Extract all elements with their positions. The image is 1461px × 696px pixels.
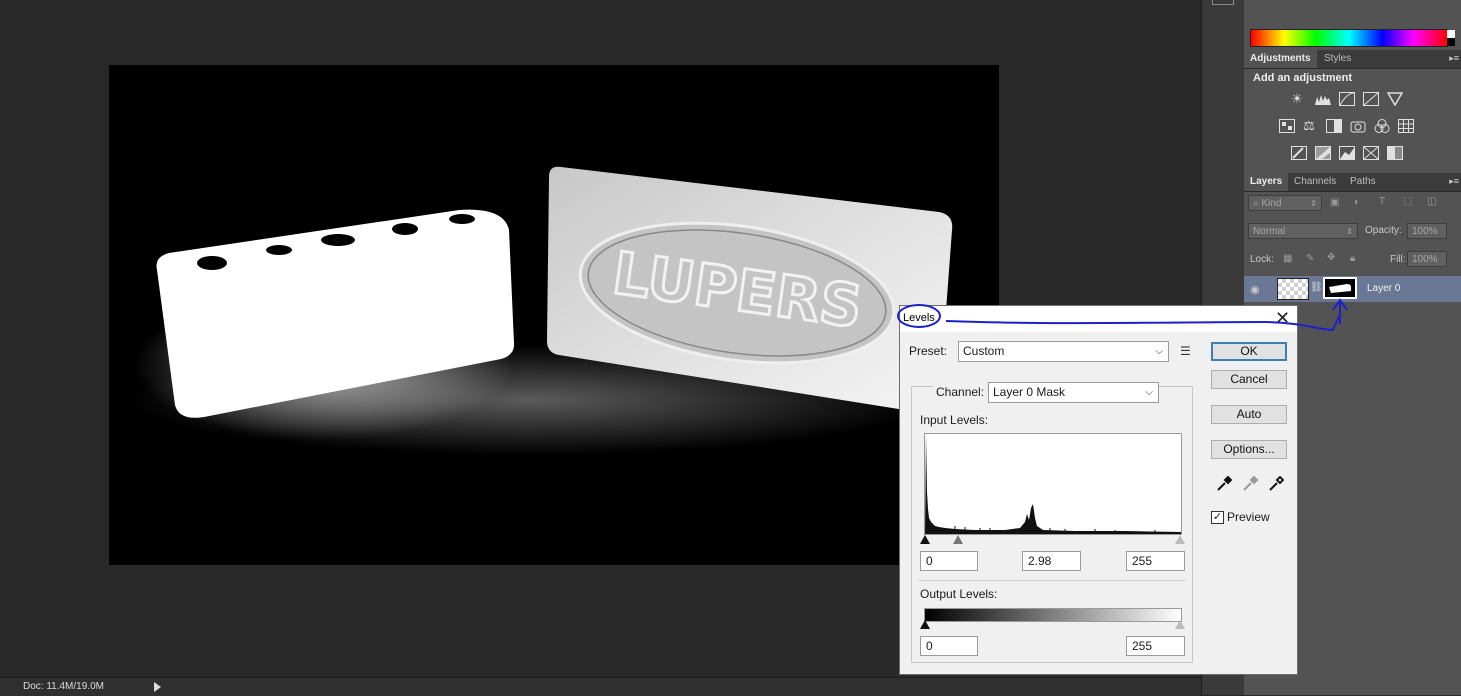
hue-saturation-icon[interactable] (1279, 119, 1295, 133)
input-gamma-slider[interactable] (953, 535, 963, 544)
panel-menu-icon[interactable]: ▸≡ (1449, 53, 1459, 64)
posterize-icon[interactable] (1315, 146, 1331, 160)
lock-transparent-icon[interactable]: ▦ (1283, 253, 1292, 264)
auto-button[interactable]: Auto (1211, 405, 1287, 424)
chain-link-icon[interactable]: ⛓ (1310, 282, 1323, 293)
output-white-field[interactable]: 255 (1126, 636, 1185, 656)
tab-paths[interactable]: Paths (1344, 173, 1382, 191)
mask-image: LUPERS (129, 166, 953, 455)
filter-smart-object-icon[interactable]: ◫ (1427, 196, 1436, 207)
cancel-button[interactable]: Cancel (1211, 370, 1287, 389)
filter-pixel-icon[interactable]: ▣ (1330, 197, 1339, 208)
histogram (924, 433, 1182, 535)
gradient-map-icon[interactable] (1387, 146, 1403, 160)
preview-label: Preview (1227, 510, 1270, 524)
filter-shape-icon[interactable]: ⬚ (1403, 196, 1412, 207)
layers-panel-menu-icon[interactable]: ▸≡ (1449, 176, 1459, 187)
input-white-slider[interactable] (1175, 535, 1185, 544)
layer-mask-thumbnail[interactable] (1323, 277, 1357, 299)
ramp-black-white[interactable] (1447, 30, 1455, 46)
vibrance-icon[interactable] (1387, 92, 1403, 106)
dialog-title: Levels (903, 312, 935, 324)
input-black-slider[interactable] (920, 535, 930, 544)
color-lookup-icon[interactable] (1398, 119, 1414, 133)
fill-label: Fill: (1390, 254, 1406, 265)
tab-styles[interactable]: Styles (1318, 50, 1357, 68)
lock-all-icon[interactable]: 🔒︎ (1350, 253, 1355, 264)
channel-select[interactable]: Layer 0 Mask ⌵ (988, 382, 1159, 403)
photo-filter-icon[interactable] (1350, 119, 1366, 133)
output-levels-label: Output Levels: (920, 587, 998, 601)
chevron-down-icon: ⌵ (1155, 346, 1163, 357)
status-bar: Doc: 11.4M/19.0M (0, 677, 1201, 696)
preset-value: Custom (963, 344, 1005, 358)
document-canvas[interactable]: LUPERS (109, 65, 999, 565)
preset-label: Preset: (909, 344, 948, 358)
layer-name[interactable]: Layer 0 (1367, 283, 1400, 294)
fill-field[interactable]: 100% (1407, 251, 1447, 267)
output-white-slider[interactable] (1175, 620, 1185, 629)
black-eyedropper-icon[interactable] (1216, 475, 1233, 492)
channel-value: Layer 0 Mask (993, 385, 1066, 399)
invert-icon[interactable] (1291, 146, 1307, 160)
channel-label: Channel: (933, 385, 988, 399)
preview-checkbox[interactable]: ✓ (1211, 511, 1224, 524)
tab-channels[interactable]: Channels (1288, 173, 1342, 191)
preset-options-icon[interactable]: ☰ (1180, 344, 1191, 358)
separator (918, 580, 1186, 581)
selective-color-icon[interactable] (1363, 146, 1379, 160)
blend-mode-select[interactable]: Normal ⇕ (1248, 223, 1358, 239)
doc-size-text: Doc: 11.4M/19.0M (23, 681, 104, 692)
visibility-eye-icon[interactable]: ◉ (1250, 283, 1260, 296)
preset-select[interactable]: Custom ⌵ (958, 341, 1169, 362)
color-ramp[interactable] (1250, 29, 1455, 47)
input-white-field[interactable]: 255 (1126, 551, 1185, 571)
status-menu-arrow-icon[interactable] (151, 681, 163, 693)
channel-mixer-icon[interactable] (1374, 119, 1390, 133)
blend-mode-value: Normal (1253, 226, 1286, 237)
layers-tabbar: Layers Channels Paths ▸≡ (1244, 173, 1461, 192)
levels-icon[interactable] (1315, 92, 1331, 106)
exposure-icon[interactable] (1363, 92, 1379, 106)
ok-button[interactable]: OK (1211, 342, 1287, 361)
levels-dialog: Levels ✕ Preset: Custom ⌵ ☰ Channel: Lay… (899, 305, 1298, 675)
layer-filter-kind[interactable]: ⌕ Kind ⇕ (1248, 195, 1322, 211)
collapsed-panel-icon[interactable] (1212, 0, 1234, 5)
output-black-field[interactable]: 0 (920, 636, 978, 656)
lock-image-icon[interactable]: ✎ (1306, 253, 1314, 264)
brightness-contrast-icon[interactable]: ☀ (1289, 91, 1305, 106)
opacity-label: Opacity: (1365, 225, 1402, 236)
filter-adjustment-icon[interactable]: ◐ (1354, 197, 1360, 208)
chevron-updown-icon: ⇕ (1310, 199, 1317, 208)
curves-icon[interactable] (1339, 92, 1355, 106)
threshold-icon[interactable] (1339, 146, 1355, 160)
adjustments-tabbar: Adjustments Styles ▸≡ (1244, 50, 1461, 69)
white-eyedropper-icon[interactable] (1268, 475, 1285, 492)
adjustments-title: Add an adjustment (1253, 72, 1353, 84)
options-button[interactable]: Options... (1211, 440, 1287, 459)
chevron-updown-icon: ⇕ (1346, 227, 1353, 236)
kind-label: Kind (1261, 198, 1282, 209)
black-white-icon[interactable] (1326, 119, 1342, 133)
lock-label: Lock: (1250, 254, 1274, 265)
input-gamma-field[interactable]: 2.98 (1022, 551, 1081, 571)
close-icon[interactable]: ✕ (1275, 308, 1290, 329)
output-black-slider[interactable] (920, 620, 930, 629)
lock-position-icon[interactable]: ✥ (1327, 252, 1335, 263)
chevron-down-icon: ⌵ (1145, 387, 1153, 398)
color-balance-icon[interactable]: ⚖ (1301, 118, 1317, 133)
input-black-field[interactable]: 0 (920, 551, 978, 571)
opacity-field[interactable]: 100% (1407, 223, 1447, 239)
input-levels-label: Input Levels: (920, 413, 989, 427)
tab-layers[interactable]: Layers (1244, 173, 1289, 191)
gray-eyedropper-icon[interactable] (1242, 475, 1259, 492)
layer-row[interactable]: ◉ ⛓ Layer 0 (1244, 276, 1461, 302)
output-gradient (924, 608, 1182, 622)
tab-adjustments[interactable]: Adjustments (1244, 50, 1317, 68)
dialog-titlebar[interactable]: Levels ✕ (900, 306, 1297, 332)
histogram-graph (925, 434, 1181, 534)
layer-thumbnail[interactable] (1277, 278, 1309, 300)
filter-type-icon[interactable]: T (1379, 196, 1385, 207)
